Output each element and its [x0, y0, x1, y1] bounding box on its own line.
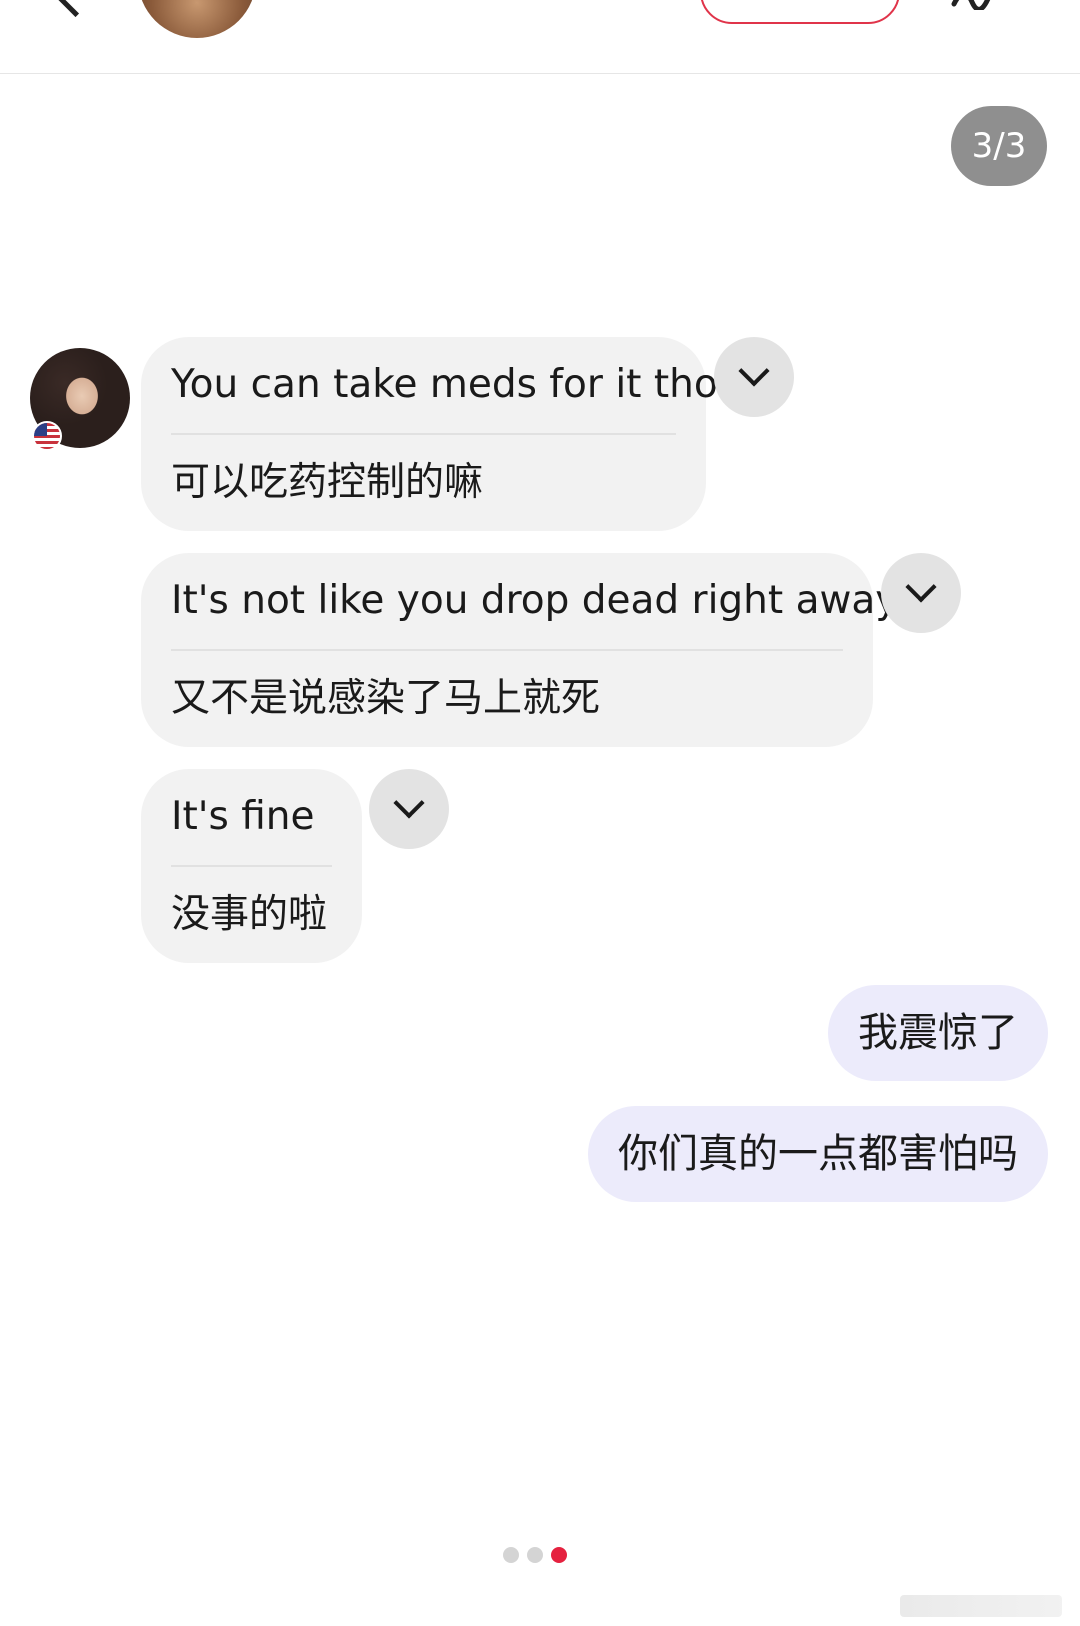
chevron-down-icon: [905, 571, 937, 603]
back-icon[interactable]: [47, 0, 104, 18]
follow-button[interactable]: [700, 0, 900, 24]
page-indicator: 3/3: [951, 106, 1047, 186]
message-translation-text: 没事的啦: [171, 892, 328, 937]
page-dot[interactable]: [503, 1547, 519, 1563]
message-translation-text: 可以吃药控制的嘛: [171, 460, 484, 505]
expand-translation-button[interactable]: [369, 769, 449, 849]
incoming-message[interactable]: It's fine 没事的啦: [141, 769, 362, 963]
expand-translation-button[interactable]: [881, 553, 961, 633]
page-dot-active[interactable]: [551, 1547, 567, 1563]
message-original-text: It's fine: [171, 769, 332, 867]
chat-header: [0, 0, 1080, 74]
signature-icon[interactable]: [950, 0, 1010, 10]
incoming-message[interactable]: You can take meds for it tho 可以吃药控制的嘛: [141, 337, 718, 531]
outgoing-message[interactable]: 我震惊了: [828, 985, 1048, 1081]
page-dot[interactable]: [527, 1547, 543, 1563]
incoming-message[interactable]: It's not like you drop dead right away 又…: [141, 553, 898, 747]
chevron-down-icon: [393, 787, 425, 819]
message-translation-text: 又不是说感染了马上就死: [171, 676, 601, 721]
us-flag-icon: [32, 421, 62, 451]
message-original-text: You can take meds for it tho: [171, 337, 718, 435]
outgoing-message[interactable]: 你们真的一点都害怕吗: [588, 1106, 1048, 1202]
contact-avatar[interactable]: [138, 0, 256, 38]
expand-translation-button[interactable]: [714, 337, 794, 417]
watermark: [900, 1595, 1062, 1617]
message-original-text: It's not like you drop dead right away: [171, 553, 898, 651]
chevron-down-icon: [738, 355, 770, 387]
